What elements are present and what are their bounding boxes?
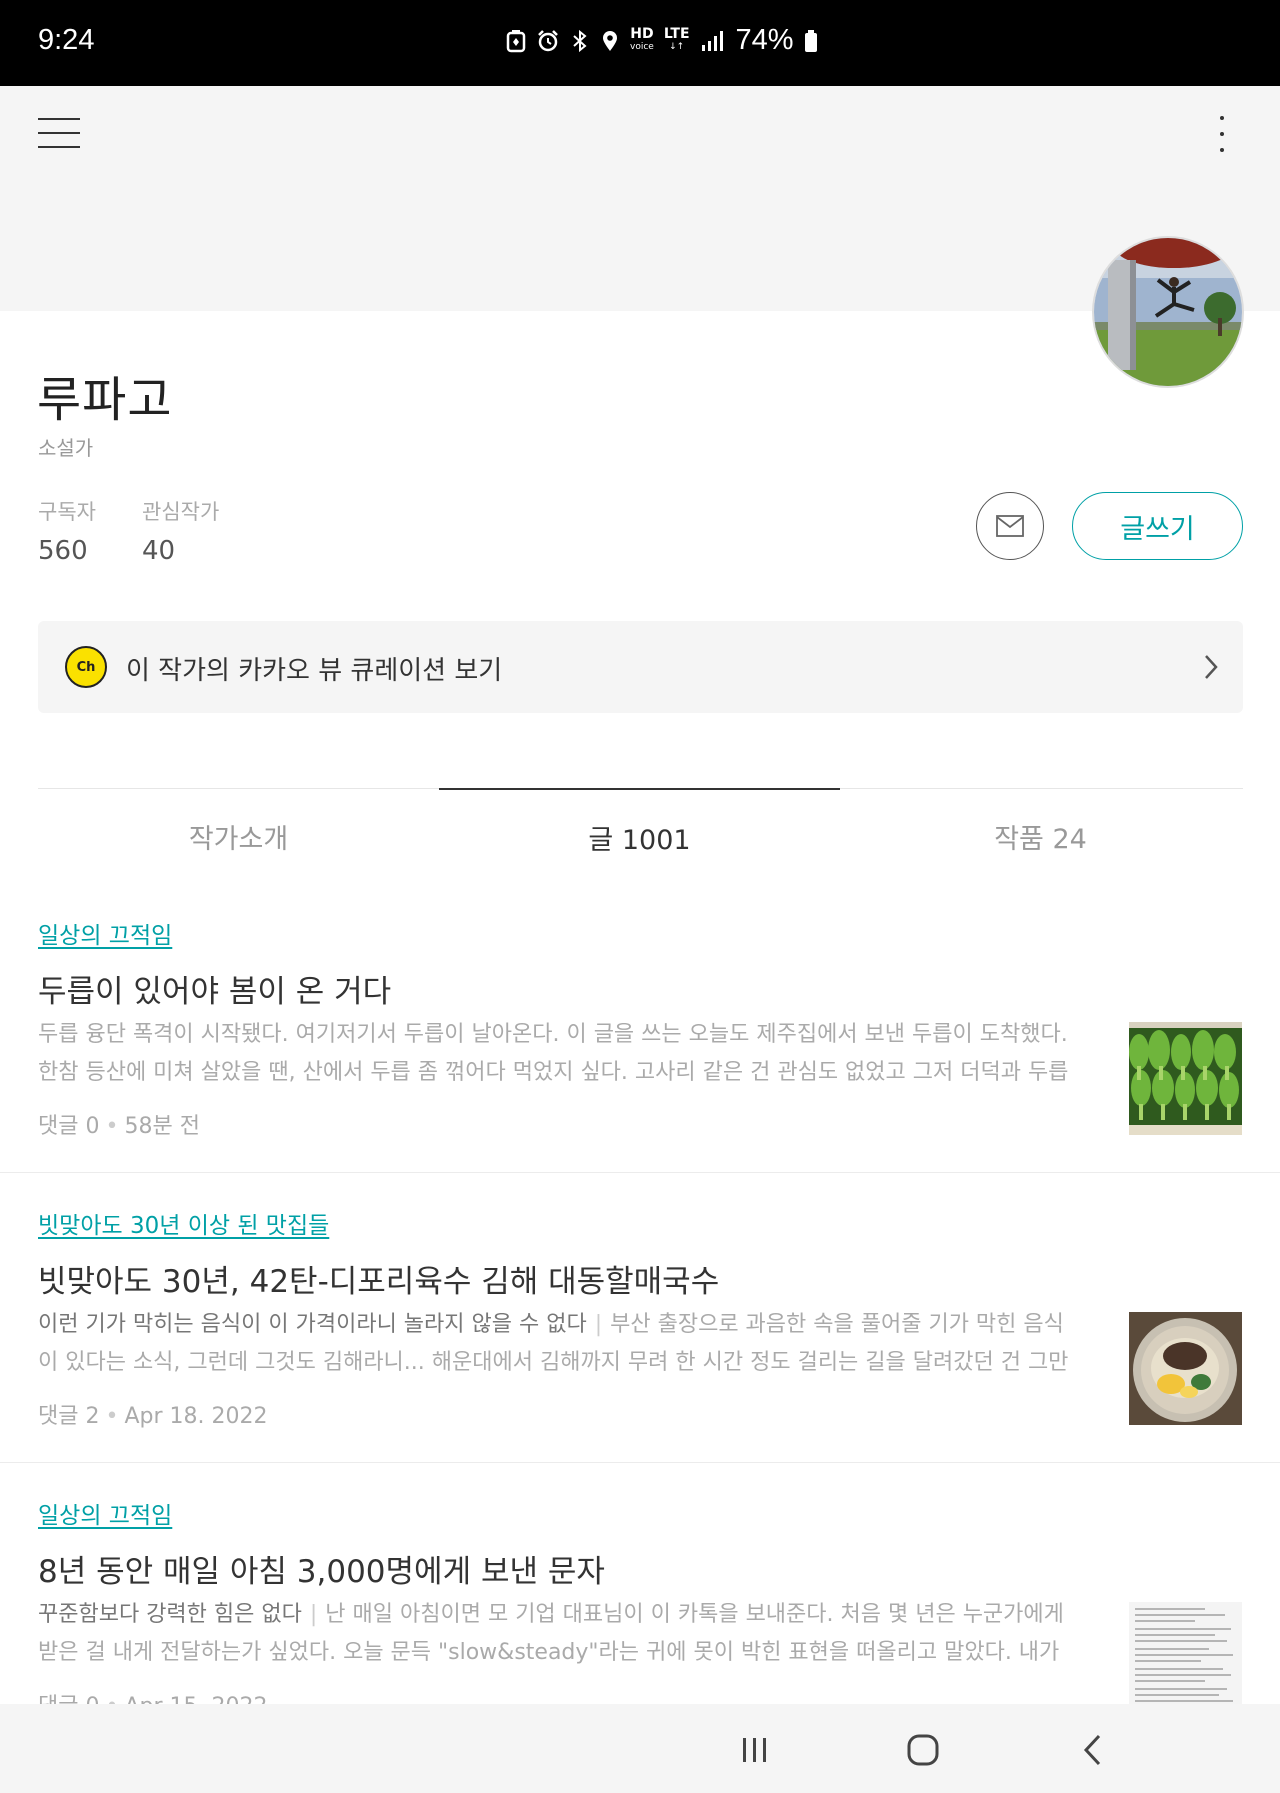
tab-works[interactable]: 작품 24 [840,789,1241,869]
chevron-right-icon [1205,655,1218,679]
post-thumbnail[interactable] [1129,1602,1242,1715]
post-category[interactable]: 일상의 끄적임 [38,1496,172,1530]
status-time: 9:24 [38,24,95,56]
divider [0,1172,1280,1173]
hd-voice-icon: HD voice [630,25,654,52]
recent-apps-icon[interactable] [730,1730,780,1770]
post-excerpt: 두릅 융단 폭격이 시작됐다. 여기저기서 두릅이 날아온다. 이 글을 쓰는 … [38,1022,1069,1085]
post-title[interactable]: 8년 동안 매일 아침 3,000명에게 보낸 문자 [38,1546,605,1591]
tab-posts[interactable]: 글 1001 [439,788,840,868]
post-title[interactable]: 빗맞아도 30년, 42탄-디포리육수 김해 대동할매국수 [38,1256,719,1301]
profile-tabs: 작가소개 글 1001 작품 24 [38,788,1243,868]
more-vertical-icon[interactable] [1210,112,1234,156]
subscribers-count: 560 [38,536,88,566]
write-button[interactable]: 글쓰기 [1072,492,1243,560]
mail-button[interactable] [976,492,1044,560]
hamburger-menu-icon[interactable] [38,118,80,150]
tab-author-intro[interactable]: 작가소개 [38,789,439,869]
profile-cover [0,86,1280,311]
battery-level: 74% [735,24,794,56]
post-meta: 댓글 2 • Apr 18. 2022 [38,1404,268,1429]
following-stat[interactable]: 관심작가 40 [142,496,219,566]
kakao-view-curation-link[interactable]: Ch 이 작가의 카카오 뷰 큐레이션 보기 [38,621,1243,713]
subscribers-label: 구독자 [38,500,96,524]
post-thumbnail[interactable] [1129,1312,1242,1425]
post-lead: 꾸준함보다 강력한 힘은 없다 [38,1602,302,1627]
author-name: 루파고 [37,372,173,428]
battery-icon [804,29,817,52]
post-comments: 댓글 2 [38,1404,100,1429]
post-comments: 댓글 0 [38,1114,100,1139]
post-excerpt: 이런 기가 막히는 음식이 이 가격이라니 놀라지 않을 수 없다 | 부산 출장으… [38,1312,1069,1375]
post-date: Apr 18. 2022 [124,1404,268,1429]
system-nav-bar [0,1704,1280,1793]
post-title[interactable]: 두릅이 있어야 봄이 온 거다 [38,966,391,1011]
kakao-channel-icon: Ch [65,646,107,688]
status-icons: HD voice LTE ↓↑ 74% [506,24,818,57]
post-category[interactable]: 빗맞아도 30년 이상 된 맛집들 [38,1206,329,1240]
post-category[interactable]: 일상의 끄적임 [38,916,172,950]
lte-icon: LTE ↓↑ [663,25,690,52]
post-excerpt: 꾸준함보다 강력한 힘은 없다 | 난 매일 아침이면 모 기업 대표님이 이 카톡… [38,1602,1064,1665]
post-thumbnail[interactable] [1129,1022,1242,1135]
mail-icon [996,515,1024,537]
bluetooth-icon [573,29,587,52]
kakao-view-label: 이 작가의 카카오 뷰 큐레이션 보기 [126,656,503,686]
divider [0,1462,1280,1463]
avatar[interactable] [1092,236,1244,388]
subscribers-stat[interactable]: 구독자 560 [38,496,96,566]
following-count: 40 [142,536,176,566]
following-label: 관심작가 [142,500,220,524]
post-lead: 이런 기가 막히는 음식이 이 가격이라니 놀라지 않을 수 없다 [38,1312,587,1337]
location-icon [603,30,617,51]
post-date: 58분 전 [124,1114,200,1139]
home-icon[interactable] [898,1730,948,1770]
signal-icon [701,30,723,51]
status-bar: 9:24 HD voice LTE ↓↑ 74% [0,0,1280,86]
author-role: 소설가 [38,436,94,460]
post-meta: 댓글 0 • 58분 전 [38,1114,200,1139]
data-saver-icon [506,29,526,52]
back-icon[interactable] [1068,1730,1118,1770]
alarm-icon [538,29,558,51]
